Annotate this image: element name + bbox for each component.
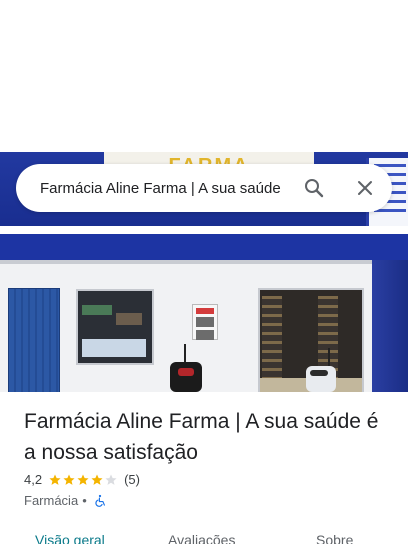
photo-window (76, 289, 154, 365)
star-empty-icon (105, 473, 117, 485)
close-icon (358, 181, 372, 195)
separator-dot: • (82, 493, 87, 508)
photo-motorcycle-black (170, 362, 202, 392)
star-filled-icon (49, 473, 61, 485)
photo-blue-stripe (0, 234, 408, 260)
clear-search-button[interactable] (353, 176, 377, 200)
review-count[interactable]: (5) (124, 472, 140, 487)
photo-white-stripe (0, 226, 408, 234)
place-details-page: FARMA Farmácia Aline Farma | A sua saúde (0, 0, 408, 544)
wheelchair-icon (95, 494, 105, 507)
tab-overview[interactable]: Visão geral (35, 532, 105, 544)
rating-row[interactable]: 4,2 (5) (24, 472, 140, 487)
photo-moto-mirror (328, 348, 330, 366)
category-row: Farmácia • (24, 493, 107, 508)
search-bar[interactable]: Farmácia Aline Farma | A sua saúde (16, 164, 392, 212)
search-button[interactable] (302, 176, 326, 200)
place-tabs: Visão geral Avaliações Sobre (0, 526, 408, 544)
place-title: Farmácia Aline Farma | A sua saúde é a n… (24, 410, 379, 464)
place-category: Farmácia (24, 493, 79, 508)
photo-motorcycle-white (306, 366, 336, 392)
search-icon (305, 179, 324, 198)
star-rating (48, 473, 118, 487)
photo-moto-mirror (184, 344, 186, 362)
star-filled-icon (91, 473, 103, 485)
photo-blue-door (8, 288, 60, 392)
tab-reviews[interactable]: Avaliações (168, 532, 235, 544)
rating-value: 4,2 (24, 472, 43, 487)
star-filled-icon (63, 473, 75, 485)
tab-about[interactable]: Sobre (316, 532, 353, 544)
star-filled-icon (77, 473, 89, 485)
search-input[interactable]: Farmácia Aline Farma | A sua saúde (40, 180, 294, 197)
photo-right-column (372, 260, 408, 392)
photo-poster (192, 304, 218, 340)
photo-ceiling-strip (0, 260, 408, 264)
